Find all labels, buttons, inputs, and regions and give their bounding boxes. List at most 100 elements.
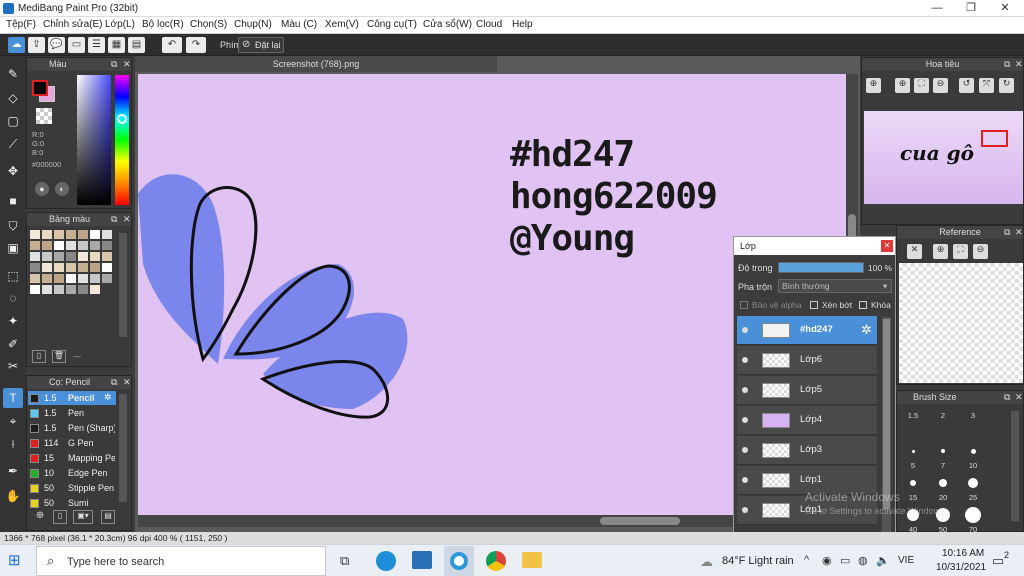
palette-swatch[interactable] bbox=[66, 263, 76, 272]
rectangle-tool-icon[interactable]: ▢ bbox=[3, 111, 23, 131]
layer-row[interactable]: Lớp4 bbox=[737, 406, 877, 435]
close-icon[interactable]: ✕ bbox=[123, 213, 131, 226]
menu-edit[interactable]: Chỉnh sửa(E) bbox=[43, 19, 103, 30]
comment-icon[interactable]: 💬 bbox=[48, 37, 65, 53]
palette-swatch[interactable] bbox=[102, 241, 112, 250]
palette-swatch[interactable] bbox=[66, 241, 76, 250]
minimize-button[interactable]: — bbox=[920, 0, 954, 17]
palette-swatch[interactable] bbox=[78, 285, 88, 294]
brush-item[interactable]: 50 Sumi bbox=[28, 496, 116, 510]
zoom-out-icon[interactable]: ⊖ bbox=[973, 244, 988, 259]
layer-scroll-thumb[interactable] bbox=[883, 319, 890, 509]
visibility-eye-icon[interactable] bbox=[742, 417, 748, 423]
palette-swatch[interactable] bbox=[90, 241, 100, 250]
palette-swatch[interactable] bbox=[90, 252, 100, 261]
battery-icon[interactable]: ▭ bbox=[840, 554, 850, 567]
protect-alpha-checkbox[interactable] bbox=[740, 301, 748, 309]
notification-icon[interactable]: ▭ bbox=[992, 553, 1004, 569]
brush-item[interactable]: 15 Mapping Pen bbox=[28, 451, 116, 465]
menu-file[interactable]: Tệp(F) bbox=[6, 19, 36, 30]
palette-swatch[interactable] bbox=[54, 241, 64, 250]
clock-date[interactable]: 10/31/2021 bbox=[936, 562, 986, 573]
language-indicator[interactable]: VIE bbox=[898, 555, 914, 566]
view-rectangle[interactable] bbox=[981, 130, 1008, 147]
menu-window[interactable]: Cửa sổ(W) bbox=[423, 19, 472, 30]
rotate-left-icon[interactable]: ↺ bbox=[959, 78, 974, 93]
palette-swatch[interactable] bbox=[102, 230, 112, 239]
palette-swatch[interactable] bbox=[78, 241, 88, 250]
palette-swatch[interactable] bbox=[102, 263, 112, 272]
primary-color-swatch[interactable] bbox=[32, 80, 48, 96]
palette-swatch[interactable] bbox=[90, 285, 100, 294]
export-icon[interactable]: ⇪ bbox=[28, 37, 45, 53]
palette-swatch[interactable] bbox=[30, 252, 40, 261]
zoom-out-icon[interactable]: ⊖ bbox=[933, 78, 948, 93]
menu-color[interactable]: Màu (C) bbox=[281, 19, 317, 30]
hue-slider[interactable] bbox=[115, 75, 129, 205]
brush-edit-icon[interactable]: ▤ bbox=[101, 510, 115, 524]
select-rect-tool-icon[interactable]: ⬚ bbox=[3, 266, 23, 286]
brush-item[interactable]: 1.5 Pen bbox=[28, 406, 116, 420]
text-tool-icon[interactable]: T bbox=[3, 388, 23, 408]
palette-swatch[interactable] bbox=[102, 252, 112, 261]
bucket-tool-icon[interactable]: ⛉ bbox=[3, 216, 23, 236]
palette-swatch[interactable] bbox=[66, 285, 76, 294]
weather-text[interactable]: 84°F Light rain bbox=[722, 555, 794, 567]
fit-screen-icon[interactable]: ⛶ bbox=[953, 244, 968, 259]
chrome-icon[interactable] bbox=[486, 551, 506, 571]
popout-icon[interactable]: ⧉ bbox=[111, 58, 117, 71]
network-icon[interactable]: ◍ bbox=[858, 554, 868, 567]
popout-icon[interactable]: ⧉ bbox=[1004, 58, 1010, 71]
redo-button[interactable]: ↷ bbox=[186, 37, 206, 53]
palette-swatch[interactable] bbox=[30, 263, 40, 272]
palette-swatch[interactable] bbox=[42, 263, 52, 272]
horizontal-scroll-thumb[interactable] bbox=[600, 517, 680, 525]
brush-size-option[interactable]: 5 bbox=[899, 437, 927, 470]
brush-item[interactable]: 1.5 Pen (Sharp) bbox=[28, 421, 116, 435]
opacity-slider[interactable] bbox=[778, 262, 864, 273]
move-tool-icon[interactable]: ✥ bbox=[3, 161, 23, 181]
palette-swatch[interactable] bbox=[54, 274, 64, 283]
tiles-icon[interactable]: ▤ bbox=[128, 37, 145, 53]
palette-swatch[interactable] bbox=[42, 252, 52, 261]
brush-settings-gear-icon[interactable]: ✲ bbox=[104, 392, 112, 403]
fill-rect-tool-icon[interactable]: ■ bbox=[3, 191, 23, 211]
hand-tool-icon[interactable]: ✋ bbox=[3, 486, 23, 506]
close-icon[interactable]: ✕ bbox=[123, 58, 131, 71]
palette-swatch[interactable] bbox=[54, 230, 64, 239]
palette-swatch[interactable] bbox=[102, 274, 112, 283]
undo-button[interactable]: ↶ bbox=[162, 37, 182, 53]
palette-swatch[interactable] bbox=[78, 263, 88, 272]
popout-icon[interactable]: ⧉ bbox=[111, 376, 117, 389]
close-icon[interactable]: ✕ bbox=[1015, 391, 1023, 404]
menu-cloud[interactable]: Cloud bbox=[476, 19, 502, 30]
palette-swatch[interactable] bbox=[42, 274, 52, 283]
gradient-tool-icon[interactable]: ▣ bbox=[3, 238, 23, 258]
brush-size-option[interactable]: 20 bbox=[929, 469, 957, 502]
palette-swatch[interactable] bbox=[78, 252, 88, 261]
reference-image-area[interactable] bbox=[899, 263, 1023, 383]
palette-scrollbar[interactable] bbox=[119, 233, 127, 337]
magic-wand-tool-icon[interactable]: ✦ bbox=[3, 311, 23, 331]
close-icon[interactable]: ✕ bbox=[881, 240, 893, 252]
flip-icon[interactable]: ⤧ bbox=[979, 78, 994, 93]
visibility-eye-icon[interactable] bbox=[742, 447, 748, 453]
reference-close-icon[interactable]: ✕ bbox=[907, 244, 922, 259]
trash-icon[interactable]: 🗑 bbox=[52, 350, 66, 363]
palette-swatch[interactable] bbox=[90, 263, 100, 272]
photos-icon[interactable] bbox=[412, 551, 432, 569]
brush-size-option[interactable]: 3 bbox=[959, 405, 987, 435]
rotate-right-icon[interactable]: ↻ bbox=[999, 78, 1014, 93]
edge-icon[interactable] bbox=[376, 551, 396, 571]
palette-swatch[interactable] bbox=[30, 241, 40, 250]
document-icon[interactable]: ☰ bbox=[88, 37, 105, 53]
close-button[interactable]: ✕ bbox=[988, 0, 1022, 17]
select-eraser-tool-icon[interactable]: ✂ bbox=[3, 356, 23, 376]
operation-tool-icon[interactable]: ⌖ bbox=[3, 411, 23, 431]
close-icon[interactable]: ✕ bbox=[123, 376, 131, 389]
palette-swatch[interactable] bbox=[54, 252, 64, 261]
visibility-eye-icon[interactable] bbox=[742, 387, 748, 393]
popout-icon[interactable]: ⧉ bbox=[111, 213, 117, 226]
color-mode-icon[interactable]: ◐ bbox=[55, 182, 69, 196]
select-pen-tool-icon[interactable]: ✐ bbox=[3, 334, 23, 354]
